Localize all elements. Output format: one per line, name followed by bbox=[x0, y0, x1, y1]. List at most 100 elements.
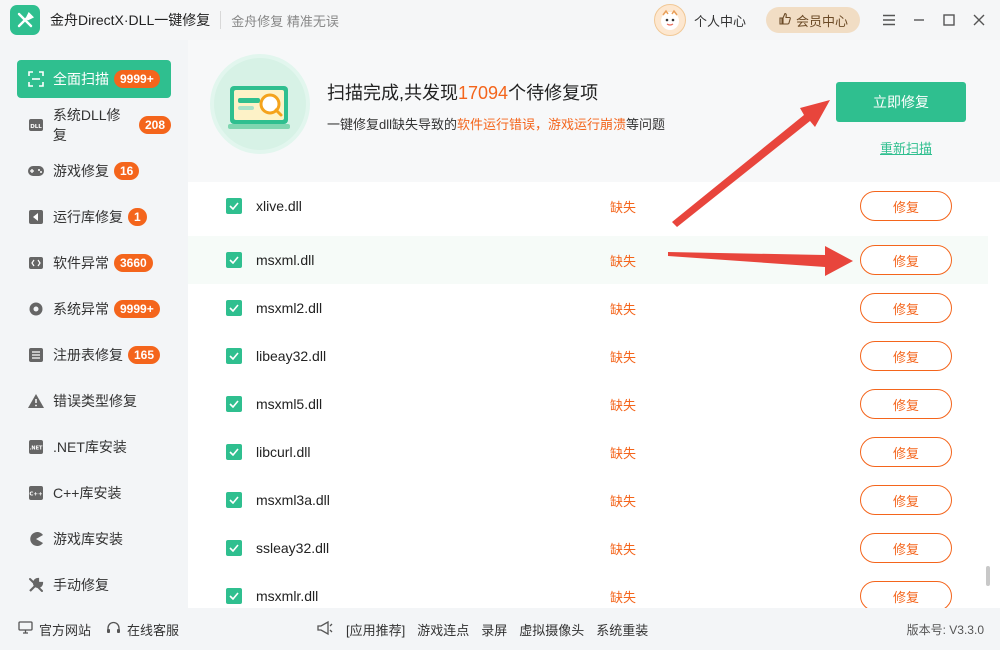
repair-button[interactable]: 修复 bbox=[860, 341, 952, 371]
tool-virtual-camera[interactable]: 虚拟摄像头 bbox=[519, 620, 584, 639]
tool-system-reinstall[interactable]: 系统重装 bbox=[596, 620, 648, 639]
file-name: msxmlr.dll bbox=[256, 588, 319, 604]
thumbs-up-icon bbox=[778, 12, 792, 29]
sidebar-item-error-type[interactable]: 错误类型修复 bbox=[17, 382, 171, 420]
sidebar-item-dotnet[interactable]: .NET .NET库安装 bbox=[17, 428, 171, 466]
count-badge: 9999+ bbox=[114, 300, 160, 318]
file-name: msxml2.dll bbox=[256, 300, 323, 316]
sidebar-item-label: 系统异常 bbox=[53, 301, 109, 317]
sidebar-item-label: 运行库修复 bbox=[53, 209, 123, 225]
gamepad-icon bbox=[27, 162, 45, 180]
monitor-icon bbox=[18, 621, 33, 637]
app-recommend-bar: [应用推荐] 游戏连点 录屏 虚拟摄像头 系统重装 bbox=[316, 620, 648, 639]
sidebar-item-full-scan[interactable]: 全面扫描 9999+ bbox=[17, 60, 171, 98]
repair-button[interactable]: 修复 bbox=[860, 245, 952, 275]
scan-result-title: 扫描完成,共发现17094个待修复项 bbox=[327, 79, 598, 105]
checkbox[interactable] bbox=[226, 252, 242, 268]
tool-game-clicker[interactable]: 游戏连点 bbox=[417, 620, 469, 639]
sidebar-item-runtime-repair[interactable]: 运行库修复 1 bbox=[17, 198, 171, 236]
repair-button[interactable]: 修复 bbox=[860, 581, 952, 608]
sidebar-item-game-repair[interactable]: 游戏修复 16 bbox=[17, 152, 171, 190]
sidebar-item-label: 游戏库安装 bbox=[53, 531, 123, 547]
vip-center-button[interactable]: 会员中心 bbox=[765, 7, 860, 33]
warning-icon bbox=[27, 392, 45, 410]
official-site-link[interactable]: 官方网站 bbox=[18, 620, 91, 639]
close-icon[interactable] bbox=[964, 0, 994, 40]
online-service-link[interactable]: 在线客服 bbox=[106, 620, 179, 639]
wrench-icon bbox=[27, 576, 45, 594]
fix-now-button[interactable]: 立即修复 bbox=[836, 82, 966, 122]
sidebar-item-label: 软件异常 bbox=[53, 255, 109, 271]
status-label: 缺失 bbox=[610, 301, 637, 317]
dotnet-icon: .NET bbox=[27, 438, 45, 456]
checkbox[interactable] bbox=[226, 396, 242, 412]
menu-icon[interactable] bbox=[874, 0, 904, 40]
scan-icon bbox=[27, 70, 45, 88]
checkbox[interactable] bbox=[226, 348, 242, 364]
sidebar-item-label: 手动修复 bbox=[53, 577, 109, 593]
repair-button[interactable]: 修复 bbox=[860, 389, 952, 419]
scrollbar[interactable] bbox=[986, 566, 990, 586]
sidebar-item-game-lib[interactable]: 游戏库安装 bbox=[17, 520, 171, 558]
issue-count: 17094 bbox=[458, 83, 509, 103]
repair-button[interactable]: 修复 bbox=[860, 437, 952, 467]
sidebar: 全面扫描 9999+ DLL 系统DLL修复 208 游戏修复 16 运行库修复… bbox=[0, 40, 188, 608]
minimize-icon[interactable] bbox=[904, 0, 934, 40]
title-divider bbox=[220, 11, 222, 29]
app-recommend-label: [应用推荐] bbox=[346, 622, 406, 638]
sidebar-item-registry-repair[interactable]: 注册表修复 165 bbox=[17, 336, 171, 374]
repair-button[interactable]: 修复 bbox=[860, 533, 952, 563]
tool-screen-record[interactable]: 录屏 bbox=[481, 620, 507, 639]
list-item: msxml5.dll 缺失 修复 bbox=[188, 380, 988, 428]
repair-button[interactable]: 修复 bbox=[860, 191, 952, 221]
sidebar-item-label: 全面扫描 bbox=[53, 71, 109, 87]
app-title: 金舟DirectX·DLL一键修复 bbox=[50, 12, 211, 28]
official-site-label: 官方网站 bbox=[39, 622, 92, 638]
sidebar-item-system-error[interactable]: 系统异常 9999+ bbox=[17, 290, 171, 328]
checkbox[interactable] bbox=[226, 300, 242, 316]
list-item: msxmlr.dll 缺失 修复 bbox=[188, 572, 988, 608]
runtime-icon bbox=[27, 208, 45, 226]
status-label: 缺失 bbox=[610, 493, 637, 509]
list-item: msxml2.dll 缺失 修复 bbox=[188, 284, 988, 332]
app-slogan: 金舟修复 精准无误 bbox=[231, 13, 339, 29]
dll-icon: DLL bbox=[27, 116, 45, 134]
list-item: ssleay32.dll 缺失 修复 bbox=[188, 524, 988, 572]
sidebar-item-label: 系统DLL修复 bbox=[52, 107, 121, 143]
checkbox[interactable] bbox=[226, 588, 242, 604]
checkbox[interactable] bbox=[226, 492, 242, 508]
status-label: 缺失 bbox=[610, 253, 637, 269]
title-bar: 金舟DirectX·DLL一键修复 金舟修复 精准无误 个人中心 会员中心 bbox=[0, 0, 1000, 40]
status-label: 缺失 bbox=[610, 541, 637, 557]
cpp-icon: C++ bbox=[27, 484, 45, 502]
maximize-icon[interactable] bbox=[934, 0, 964, 40]
version-label: 版本号: V3.3.0 bbox=[906, 622, 984, 637]
sidebar-item-software-error[interactable]: 软件异常 3660 bbox=[17, 244, 171, 282]
file-name: xlive.dll bbox=[256, 198, 302, 214]
scan-result-header: 扫描完成,共发现17094个待修复项 一键修复dll缺失导致的软件运行错误，游戏… bbox=[188, 40, 1000, 182]
missing-file-list: xlive.dll 缺失 修复 msxml.dll 缺失 修复 msxml2.d… bbox=[188, 182, 1000, 608]
repair-button[interactable]: 修复 bbox=[860, 293, 952, 323]
list-item: msxml.dll 缺失 修复 bbox=[188, 236, 988, 284]
checkbox[interactable] bbox=[226, 198, 242, 214]
status-label: 缺失 bbox=[610, 589, 637, 605]
repair-button[interactable]: 修复 bbox=[860, 485, 952, 515]
sidebar-item-system-dll[interactable]: DLL 系统DLL修复 208 bbox=[17, 106, 171, 144]
desc-suffix: 等问题 bbox=[626, 117, 666, 132]
megaphone-icon bbox=[316, 620, 334, 639]
checkbox[interactable] bbox=[226, 540, 242, 556]
list-item: msxml3a.dll 缺失 修复 bbox=[188, 476, 988, 524]
personal-center-link[interactable]: 个人中心 bbox=[694, 11, 746, 30]
avatar[interactable] bbox=[653, 4, 686, 36]
list-item: xlive.dll 缺失 修复 bbox=[188, 182, 988, 230]
sidebar-item-cpp[interactable]: C++ C++库安装 bbox=[17, 474, 171, 512]
rescan-link[interactable]: 重新扫描 bbox=[880, 138, 932, 157]
status-label: 缺失 bbox=[610, 349, 637, 365]
checkbox[interactable] bbox=[226, 444, 242, 460]
file-name: msxml3a.dll bbox=[256, 492, 330, 508]
sidebar-item-manual-repair[interactable]: 手动修复 bbox=[17, 566, 171, 604]
vip-center-label: 会员中心 bbox=[795, 13, 848, 29]
sidebar-item-label: 注册表修复 bbox=[53, 347, 123, 363]
svg-text:.NET: .NET bbox=[30, 446, 43, 452]
title-suffix: 个待修复项 bbox=[508, 83, 599, 103]
